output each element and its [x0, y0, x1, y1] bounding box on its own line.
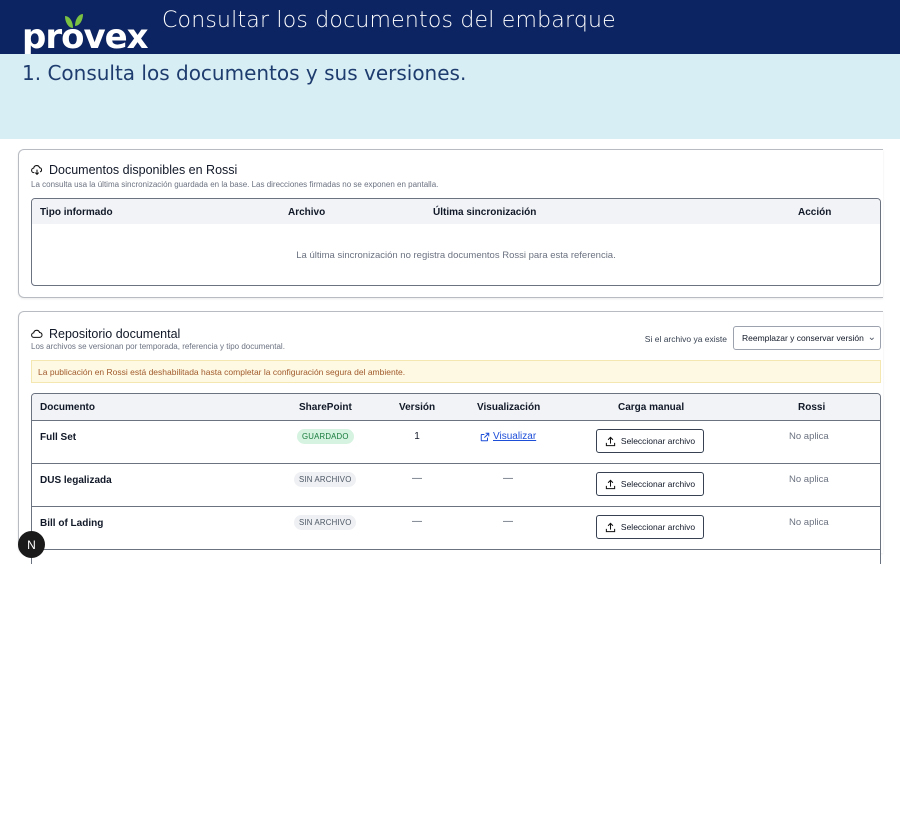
repository-card: Repositorio documental Los archivos se v… — [18, 311, 883, 564]
cloud-icon — [31, 329, 43, 338]
rossi-card-subtitle: La consulta usa la última sincronización… — [31, 180, 439, 189]
warning-banner: La publicación en Rossi está deshabilita… — [31, 360, 881, 383]
table-row: Bill of Lading SIN ARCHIVO — — Seleccion… — [32, 506, 880, 550]
select-file-button[interactable]: Seleccionar archivo — [596, 472, 704, 496]
step-band: 1. Consulta los documentos y sus version… — [0, 54, 900, 139]
visualize-link[interactable]: Visualizar — [480, 431, 536, 442]
document-name: Full Set — [40, 432, 77, 443]
rossi-card-title: Documentos disponibles en Rossi — [49, 163, 238, 177]
rossi-status: No aplica — [789, 517, 829, 528]
select-file-label: Seleccionar archivo — [620, 436, 696, 446]
chevron-down-icon: ⌄ — [867, 332, 876, 343]
dev-overlay-button[interactable]: N — [18, 531, 45, 558]
status-badge: SIN ARCHIVO — [294, 472, 357, 487]
document-name: Bill of Lading — [40, 518, 104, 529]
repo-card-title: Repositorio documental — [49, 327, 181, 341]
column-header: SharePoint — [299, 402, 352, 413]
select-file-button[interactable]: Seleccionar archivo — [596, 429, 704, 453]
column-header: Visualización — [477, 402, 541, 413]
page-title: Consultar los documentos del embarque — [162, 8, 616, 33]
table-header: Tipo informado Archivo Última sincroniza… — [32, 199, 880, 224]
select-file-label: Seleccionar archivo — [620, 522, 696, 532]
top-bar: provex Consultar los documentos del emba… — [0, 0, 900, 54]
visualization-value: — — [503, 473, 513, 484]
existing-file-label: Si el archivo ya existe — [644, 334, 727, 344]
repository-table: Documento SharePoint Versión Visualizaci… — [31, 393, 881, 564]
select-value: Reemplazar y conservar versión — [742, 333, 864, 343]
column-header: Carga manual — [618, 402, 685, 413]
repo-card-subtitle: Los archivos se versionan por temporada,… — [31, 342, 285, 351]
rossi-status: No aplica — [789, 474, 829, 485]
empty-state-message: La última sincronización no registra doc… — [296, 250, 616, 261]
column-header: Rossi — [798, 402, 826, 413]
table-header: Documento SharePoint Versión Visualizaci… — [32, 394, 880, 421]
column-header: Última sincronización — [433, 207, 537, 218]
column-header: Documento — [40, 402, 95, 413]
provex-logo: provex — [22, 14, 152, 56]
visualize-link-label: Visualizar — [493, 431, 537, 442]
rossi-card-header: Documentos disponibles en Rossi — [31, 163, 237, 177]
upload-icon — [605, 479, 616, 489]
step-caption: 1. Consulta los documentos y sus version… — [22, 61, 467, 85]
repo-card-header: Repositorio documental — [31, 327, 180, 341]
version-value: — — [412, 473, 422, 484]
logo-text: provex — [22, 17, 149, 57]
rossi-documents-card: Documentos disponibles en Rossi La consu… — [18, 149, 883, 298]
column-header: Versión — [399, 402, 436, 413]
select-file-label: Seleccionar archivo — [620, 479, 696, 489]
document-name: DUS legalizada — [40, 475, 112, 486]
visualization-value: — — [503, 516, 513, 527]
status-badge: GUARDADO — [297, 429, 354, 444]
rossi-documents-table: Tipo informado Archivo Última sincroniza… — [31, 198, 881, 286]
rossi-status: No aplica — [789, 431, 829, 442]
version-value: 1 — [414, 431, 420, 442]
external-link-icon — [480, 432, 490, 441]
version-value: — — [412, 516, 422, 527]
table-row: Full Set GUARDADO 1 Visualizar Seleccion… — [32, 420, 880, 464]
upload-icon — [605, 522, 616, 532]
column-header: Tipo informado — [40, 207, 113, 218]
select-file-button[interactable]: Seleccionar archivo — [596, 515, 704, 539]
overlay-letter: N — [27, 537, 36, 552]
status-badge: SIN ARCHIVO — [294, 515, 357, 530]
column-header: Acción — [798, 207, 832, 218]
existing-file-select[interactable]: Reemplazar y conservar versión ⌄ — [733, 326, 881, 350]
column-header: Archivo — [288, 207, 326, 218]
cloud-download-icon — [31, 165, 43, 176]
upload-icon — [605, 436, 616, 446]
table-row: DUS legalizada SIN ARCHIVO — — Seleccion… — [32, 463, 880, 507]
